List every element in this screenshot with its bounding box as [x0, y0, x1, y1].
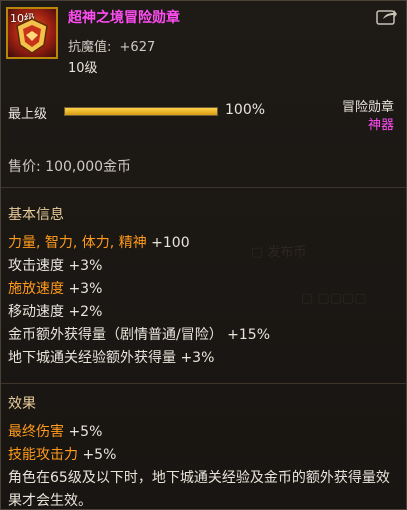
divider — [1, 383, 406, 384]
item-tooltip: ▢ 发布币 ▢ ▢▢▢▢ 10级 超神之境冒险勋章 抗魔值: +627 10级 … — [0, 0, 407, 510]
stat-row: 力量, 智力, 体力, 精神 +100 — [8, 232, 270, 255]
stat-row: 施放速度 +3% — [8, 278, 270, 301]
progress-percent: 100% — [225, 102, 266, 118]
basic-stats-list: 力量, 智力, 体力, 精神 +100 攻击速度 +3% 施放速度 +3% 移动速度 … — [8, 232, 270, 370]
stat-value: +100 — [146, 235, 190, 251]
effect-description: 角色在65级及以下时，地下城通关经验及金币的额外获得量效果才会生效。 — [8, 470, 390, 509]
stat-name: 金币额外获得量（剧情普通/冒险） — [8, 327, 223, 343]
effects-heading: 效果 — [8, 396, 36, 412]
share-arrow-icon[interactable] — [376, 7, 398, 25]
background-ghost: ▢ ▢▢▢▢ — [301, 291, 367, 306]
stat-name: 力量, 智力, 体力, 精神 — [8, 235, 147, 251]
upgrade-progress-fill — [65, 108, 217, 115]
stat-name: 施放速度 — [8, 281, 64, 297]
stat-row: 移动速度 +2% — [8, 301, 270, 324]
anti-magic-row: 抗魔值: +627 — [68, 36, 155, 55]
basic-info-section: 基本信息 力量, 智力, 体力, 精神 +100 攻击速度 +3% 施放速度 +3%… — [8, 204, 270, 370]
stat-value: +5% — [64, 424, 103, 440]
stat-row: 地下城通关经验额外获得量 +3% — [8, 347, 270, 370]
anti-magic-value: +627 — [119, 40, 156, 55]
stat-row: 攻击速度 +3% — [8, 255, 270, 278]
effect-stats-list: 最终伤害 +5% 技能攻击力 +5% — [8, 421, 403, 467]
stat-row: 最终伤害 +5% — [8, 421, 403, 444]
stat-row: 金币额外获得量（剧情普通/冒险） +15% — [8, 324, 270, 347]
stat-value: +15% — [222, 327, 271, 343]
stat-name: 攻击速度 — [8, 258, 64, 274]
upgrade-progress-row: 最上级 100% 冒险勋章 神器 — [1, 93, 406, 133]
stat-value: +5% — [78, 447, 117, 463]
stat-value: +3% — [176, 350, 215, 366]
stat-name: 技能攻击力 — [8, 447, 78, 463]
anti-magic-label: 抗魔值: — [68, 40, 112, 55]
stat-value: +2% — [64, 304, 103, 320]
item-rarity: 神器 — [367, 118, 394, 133]
effects-section: 效果 最终伤害 +5% 技能攻击力 +5% 角色在65级及以下时，地下城通关经验及… — [8, 393, 403, 509]
tooltip-header: 10级 超神之境冒险勋章 抗魔值: +627 10级 — [1, 1, 406, 93]
sell-price: 售价: 100,000金币 — [8, 159, 132, 175]
divider — [1, 187, 406, 188]
stat-name: 移动速度 — [8, 304, 64, 320]
stat-value: +3% — [64, 258, 103, 274]
medal-emblem-icon: 10级 — [6, 7, 58, 59]
item-type: 冒险勋章 — [341, 100, 394, 115]
stat-row: 技能攻击力 +5% — [8, 444, 403, 467]
basic-info-heading: 基本信息 — [8, 207, 64, 223]
upgrade-progress-bar — [64, 107, 218, 116]
stat-name: 最终伤害 — [8, 424, 64, 440]
max-level-label: 最上级 — [8, 107, 48, 122]
stat-name: 地下城通关经验额外获得量 — [8, 350, 176, 366]
stat-value: +3% — [64, 281, 103, 297]
item-title: 超神之境冒险勋章 — [68, 10, 180, 26]
item-level: 10级 — [68, 61, 98, 76]
